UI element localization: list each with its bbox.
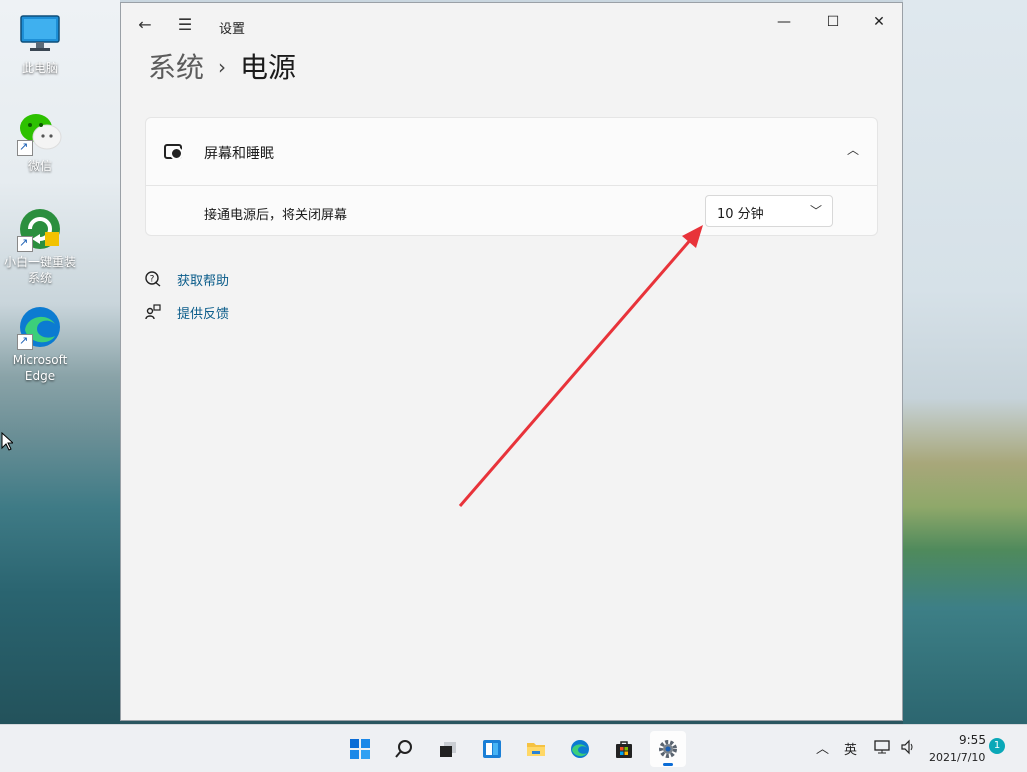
desktop-icon-label: 小白一键重装系统 (3, 255, 76, 285)
store-icon (616, 741, 632, 758)
screen-sleep-title: 屏幕和睡眠 (204, 146, 274, 162)
search-icon (395, 740, 412, 758)
search-button[interactable] (386, 731, 422, 767)
widgets-button[interactable] (474, 731, 510, 767)
breadcrumb-system[interactable]: 系统 (148, 51, 204, 84)
edge-icon (571, 740, 589, 758)
feedback-icon (145, 304, 161, 320)
network-icon[interactable] (874, 739, 890, 759)
close-button[interactable]: ✕ (863, 9, 895, 35)
mouse-cursor-icon (1, 432, 13, 451)
screen-off-label: 接通电源后，将关闭屏幕 (204, 208, 348, 223)
clock-time[interactable]: 9:55 (959, 733, 986, 747)
window-title: 设置 (219, 22, 246, 37)
breadcrumb: 系统 › 电源 (148, 47, 296, 87)
volume-icon[interactable] (900, 739, 916, 759)
start-button[interactable] (342, 731, 378, 767)
tray-overflow-chevron-icon[interactable]: ︿ (816, 738, 829, 757)
file-explorer-button[interactable] (518, 731, 554, 767)
store-button[interactable] (606, 731, 642, 767)
edge-button[interactable] (562, 731, 598, 767)
settings-icon (659, 740, 677, 758)
wechat-icon (17, 110, 63, 156)
shortcut-arrow-icon (17, 235, 33, 252)
widgets-icon (483, 740, 501, 758)
minimize-button[interactable]: — (768, 9, 800, 35)
file-explorer-icon (527, 743, 545, 756)
task-view-button[interactable] (430, 731, 466, 767)
desktop-icon-label: 微信 (27, 159, 52, 173)
notification-badge[interactable]: 1 (989, 738, 1005, 754)
dropdown-value: 10 分钟 (717, 207, 764, 222)
desktop-icon-wechat[interactable]: 微信 (0, 110, 80, 174)
task-view-icon (440, 742, 456, 757)
desktop-icon-xiaobai[interactable]: 小白一键重装系统 (0, 206, 80, 286)
chevron-up-icon[interactable]: ︿ (843, 140, 863, 160)
desktop-icon-label: Microsoft Edge (12, 353, 68, 383)
settings-window: ← ☰ 设置 — ☐ ✕ 系统 › 电源 屏幕和睡眠 ︿ 接通电源后，将关闭屏幕 1… (120, 2, 903, 721)
clock-date[interactable]: 2021/7/10 (929, 751, 985, 764)
nav-menu-button[interactable]: ☰ (175, 15, 195, 35)
shortcut-arrow-icon (17, 333, 33, 350)
get-help-text[interactable]: 获取帮助 (177, 270, 229, 289)
shortcut-arrow-icon (17, 139, 33, 156)
svg-text:?: ? (150, 275, 155, 285)
active-indicator (663, 763, 673, 766)
edge-icon (17, 304, 63, 350)
breadcrumb-separator: › (218, 55, 227, 79)
page-title: 电源 (240, 51, 297, 84)
desktop-icon-edge[interactable]: Microsoft Edge (0, 304, 80, 384)
title-bar: ← ☰ 设置 — ☐ ✕ (121, 3, 902, 47)
give-feedback-text[interactable]: 提供反馈 (177, 303, 229, 322)
help-icon: ? (145, 271, 161, 287)
desktop-wallpaper-right (903, 0, 1027, 724)
chevron-down-icon: ﹀ (809, 204, 822, 218)
screen-sleep-icon (164, 144, 183, 160)
monitor-icon (17, 12, 63, 58)
screen-sleep-card: 屏幕和睡眠 ︿ 接通电源后，将关闭屏幕 10 分钟 ﹀ (145, 117, 878, 236)
settings-button[interactable] (650, 731, 686, 767)
start-icon (350, 739, 370, 759)
taskbar: ︿ 英 9:55 2021/7/10 1 (0, 724, 1027, 772)
screen-sleep-header[interactable]: 屏幕和睡眠 ︿ (146, 118, 877, 186)
maximize-button[interactable]: ☐ (817, 9, 849, 35)
xiaobai-reinstall-icon (17, 206, 63, 252)
ime-indicator[interactable]: 英 (844, 739, 857, 758)
back-button[interactable]: ← (135, 15, 155, 35)
desktop-icon-this-pc[interactable]: 此电脑 (0, 12, 80, 76)
screen-off-dropdown[interactable]: 10 分钟 ﹀ (705, 195, 833, 227)
desktop-icon-label: 此电脑 (21, 61, 58, 75)
